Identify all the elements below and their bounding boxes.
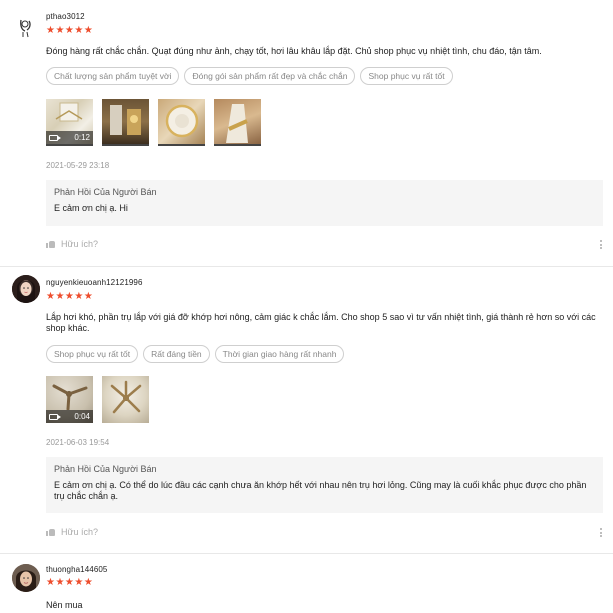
review-item: thuongha144605 ★★★★★ Nên mua bbox=[0, 553, 613, 613]
video-duration: 0:04 bbox=[74, 412, 90, 421]
review-comment: Đóng hàng rất chắc chắn. Quạt đúng như ả… bbox=[46, 46, 542, 56]
review-tag: Shop phục vụ rất tốt bbox=[46, 345, 139, 363]
star-rating: ★★★★★ bbox=[46, 577, 94, 588]
video-thumbnail[interactable]: 0:12 bbox=[46, 99, 93, 146]
star-rating: ★★★★★ bbox=[46, 25, 94, 36]
helpful-button[interactable]: Hữu ích? bbox=[46, 527, 98, 537]
seller-reply-text: E cảm ơn chị ạ. Hi bbox=[54, 203, 128, 213]
video-duration: 0:12 bbox=[74, 133, 90, 142]
review-item: nguyenkieuoanh12121996 ★★★★★ Lắp hơi khó… bbox=[0, 266, 613, 553]
avatar[interactable] bbox=[12, 275, 40, 303]
avatar[interactable] bbox=[12, 12, 40, 40]
review-tag: Đóng gói sản phẩm rất đẹp và chắc chắn bbox=[184, 67, 356, 85]
seller-reply-title: Phản Hồi Của Người Bán bbox=[54, 464, 157, 474]
avatar[interactable] bbox=[12, 564, 40, 592]
more-options-icon[interactable] bbox=[600, 240, 603, 249]
review-comment: Nên mua bbox=[46, 600, 83, 610]
helpful-label: Hữu ích? bbox=[61, 239, 99, 249]
star-rating: ★★★★★ bbox=[46, 291, 94, 302]
review-date: 2021-06-03 19:54 bbox=[46, 438, 110, 447]
review-media: 0:12 bbox=[46, 99, 261, 146]
seller-reply-title: Phản Hồi Của Người Bán bbox=[54, 187, 157, 197]
review-tag: Shop phục vụ rất tốt bbox=[360, 67, 453, 85]
reviewer-username[interactable]: thuongha144605 bbox=[46, 565, 107, 574]
video-camera-icon bbox=[49, 134, 61, 141]
review-tags: Chất lượng sản phẩm tuyệt vời Đóng gói s… bbox=[46, 67, 453, 85]
review-tag: Chất lượng sản phẩm tuyệt vời bbox=[46, 67, 180, 85]
review-media: 0:04 bbox=[46, 376, 149, 423]
video-thumbnail[interactable]: 0:04 bbox=[46, 376, 93, 423]
review-comment: Lắp hơi khó, phần trụ lắp với giá đỡ khớ… bbox=[46, 312, 596, 333]
photo-thumbnail[interactable] bbox=[158, 99, 205, 146]
seller-reply: Phản Hồi Của Người Bán E cảm ơn chị ạ. H… bbox=[46, 180, 603, 226]
more-options-icon[interactable] bbox=[600, 528, 603, 537]
photo-thumbnail[interactable] bbox=[102, 99, 149, 146]
review-item: pthao3012 ★★★★★ Đóng hàng rất chắc chắn.… bbox=[0, 0, 613, 266]
thumbs-up-icon bbox=[46, 240, 55, 248]
review-tag: Rất đáng tiền bbox=[143, 345, 210, 363]
video-camera-icon bbox=[49, 413, 61, 420]
seller-reply-text: E cảm ơn chị ạ. Có thể do lúc đầu các cạ… bbox=[54, 480, 587, 501]
helpful-button[interactable]: Hữu ích? bbox=[46, 239, 98, 249]
helpful-label: Hữu ích? bbox=[61, 527, 99, 537]
photo-thumbnail[interactable] bbox=[102, 376, 149, 423]
review-tags: Shop phục vụ rất tốt Rất đáng tiền Thời … bbox=[46, 345, 345, 363]
reviewer-username[interactable]: pthao3012 bbox=[46, 12, 85, 21]
photo-thumbnail[interactable] bbox=[214, 99, 261, 146]
thumbs-up-icon bbox=[46, 528, 55, 536]
reviewer-username[interactable]: nguyenkieuoanh12121996 bbox=[46, 278, 143, 287]
review-tag: Thời gian giao hàng rất nhanh bbox=[214, 345, 345, 363]
seller-reply: Phản Hồi Của Người Bán E cảm ơn chị ạ. C… bbox=[46, 457, 603, 513]
review-date: 2021-05-29 23:18 bbox=[46, 161, 110, 170]
